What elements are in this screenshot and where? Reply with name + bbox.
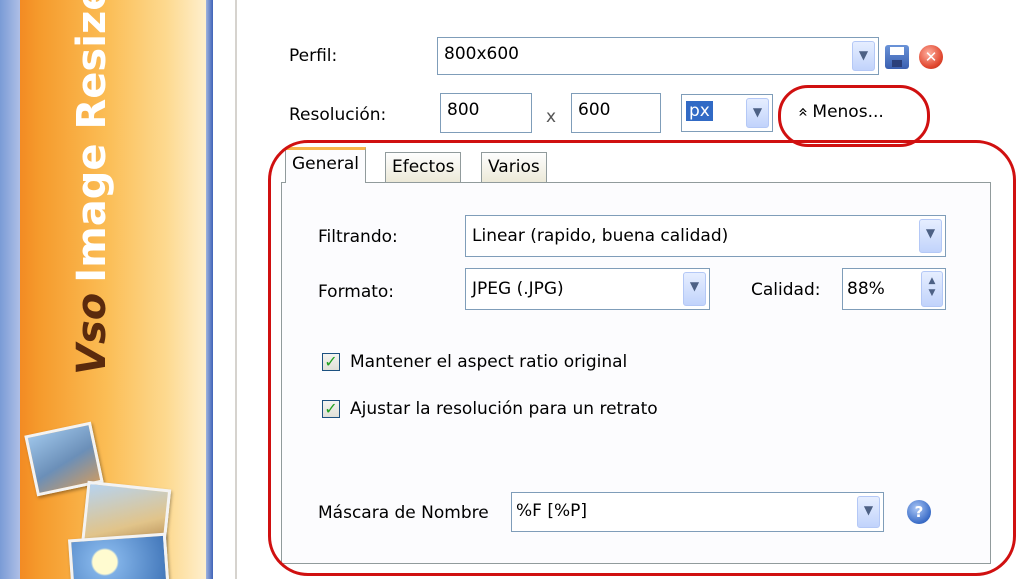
vso-logo: Vso (69, 292, 115, 375)
chevron-down-icon[interactable]: ▼ (852, 41, 875, 71)
resolution-x-separator: x (546, 107, 557, 127)
filter-label: Filtrando: (318, 227, 398, 247)
double-chevron-up-icon: « (793, 106, 814, 118)
spin-down-icon[interactable]: ▼ (922, 287, 942, 299)
app-banner: Vso Image Resizer (0, 0, 213, 579)
banner-edge (206, 0, 213, 579)
quality-label: Calidad: (751, 280, 821, 300)
panel-separator (235, 0, 237, 579)
tab-varios[interactable]: Varios (481, 152, 547, 182)
spin-buttons[interactable]: ▲ ▼ (921, 271, 943, 307)
filter-select[interactable]: Linear (rapido, buena calidad) ▼ (465, 215, 946, 257)
unit-value: px (686, 101, 713, 121)
profile-value: 800x600 (444, 44, 519, 64)
width-value: 800 (447, 100, 480, 120)
quality-value: 88% (847, 279, 885, 299)
portrait-label[interactable]: Ajustar la resolución para un retrato (350, 398, 658, 420)
chevron-down-icon[interactable]: ▼ (683, 272, 706, 306)
photo-decoration-3 (67, 532, 171, 579)
spin-up-icon[interactable]: ▲ (922, 275, 942, 287)
tab-efectos[interactable]: Efectos (385, 152, 462, 182)
banner-strip (0, 0, 20, 579)
resolution-label: Resolución: (289, 105, 387, 125)
format-value: JPEG (.JPG) (472, 279, 564, 299)
height-input[interactable]: 600 (571, 93, 661, 133)
quality-spinner[interactable]: 88% ▲ ▼ (842, 268, 946, 310)
less-options-button[interactable]: «Menos... (793, 100, 884, 124)
format-select[interactable]: JPEG (.JPG) ▼ (465, 268, 710, 310)
profile-select[interactable]: 800x600 ▼ (437, 37, 879, 75)
delete-icon[interactable]: ✕ (919, 45, 943, 69)
keep-aspect-label[interactable]: Mantener el aspect ratio original (350, 351, 627, 373)
name-mask-label: Máscara de Nombre (318, 503, 489, 523)
app-logo-title: Vso Image Resizer (68, 0, 116, 375)
unit-select[interactable]: px ▼ (681, 94, 773, 132)
help-icon[interactable]: ? (907, 500, 931, 524)
less-options-label: Menos... (812, 102, 884, 122)
chevron-down-icon[interactable]: ▼ (919, 219, 942, 253)
profile-label: Perfil: (289, 46, 338, 66)
chevron-down-icon[interactable]: ▼ (746, 98, 769, 128)
portrait-checkbox[interactable]: ✓ (322, 400, 340, 418)
save-icon[interactable] (885, 45, 909, 69)
tab-general[interactable]: General (285, 147, 366, 183)
name-mask-select[interactable]: %F [%P] ▼ (511, 492, 884, 532)
filter-value: Linear (rapido, buena calidad) (472, 226, 729, 246)
width-input[interactable]: 800 (440, 93, 532, 133)
chevron-down-icon[interactable]: ▼ (857, 496, 880, 528)
app-title: Image Resizer (69, 0, 115, 283)
format-label: Formato: (318, 282, 395, 302)
name-mask-value: %F [%P] (516, 501, 588, 521)
height-value: 600 (578, 100, 611, 120)
keep-aspect-checkbox[interactable]: ✓ (322, 353, 340, 371)
